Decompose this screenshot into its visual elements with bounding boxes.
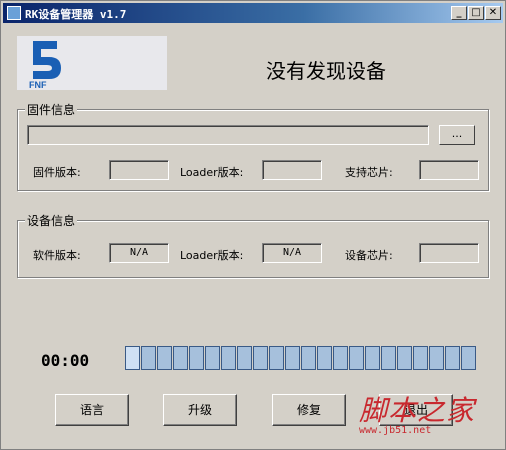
progress-segment [173,346,188,370]
progress-segment [365,346,380,370]
minimize-button[interactable]: _ [451,6,467,20]
progress-segment [381,346,396,370]
progress-segment [269,346,284,370]
upgrade-button[interactable]: 升级 [163,394,237,426]
firmware-version-label: 固件版本: [33,166,81,179]
logo: FNF [17,36,167,90]
close-button[interactable]: ✕ [485,6,501,20]
progress-segment [285,346,300,370]
app-icon [7,6,21,20]
progress-segment [445,346,460,370]
device-chip-label: 设备芯片: [345,249,393,262]
supported-chip-label: 支持芯片: [345,166,393,179]
progress-segment [397,346,412,370]
device-loader-version-field: N/A [262,243,322,263]
app-window: RK设备管理器 v1.7 _ □ ✕ FNF 没有发现设备 固件信息 ... 固… [0,0,506,450]
progress-segment [157,346,172,370]
elapsed-time: 00:00 [41,351,90,370]
progress-segment [461,346,476,370]
software-version-field: N/A [109,243,169,263]
window-title: RK设备管理器 v1.7 [25,8,127,21]
firmware-info-label: 固件信息 [25,101,78,118]
language-button[interactable]: 语言 [55,394,129,426]
title-bar[interactable]: RK设备管理器 v1.7 _ □ ✕ [3,3,503,23]
watermark-text: 脚本之家 [359,394,476,427]
firmware-loader-version-field [262,160,322,180]
device-chip-field [419,243,479,263]
progress-segment [253,346,268,370]
software-version-label: 软件版本: [33,249,81,262]
firmware-path-field[interactable] [27,125,429,145]
repair-button[interactable]: 修复 [272,394,346,426]
progress-segment [125,346,140,370]
progress-segment [237,346,252,370]
progress-segment [333,346,348,370]
watermark: 脚本之家 www.jb51.net [353,387,493,443]
progress-bar [125,346,477,372]
device-loader-version-label: Loader版本: [180,249,244,262]
supported-chip-field [419,160,479,180]
progress-segment [221,346,236,370]
maximize-button[interactable]: □ [468,6,484,20]
watermark-url: www.jb51.net [359,425,432,436]
progress-segment [301,346,316,370]
browse-button[interactable]: ... [439,125,475,145]
progress-segment [189,346,204,370]
progress-segment [205,346,220,370]
progress-segment [141,346,156,370]
firmware-version-field [109,160,169,180]
device-info-label: 设备信息 [25,212,78,229]
progress-segment [317,346,332,370]
firmware-loader-version-label: Loader版本: [180,166,244,179]
progress-segment [349,346,364,370]
logo-text: FNF [29,80,47,89]
logo-icon: FNF [29,41,61,89]
progress-segment [413,346,428,370]
device-status: 没有发现设备 [266,59,386,83]
progress-segment [429,346,444,370]
